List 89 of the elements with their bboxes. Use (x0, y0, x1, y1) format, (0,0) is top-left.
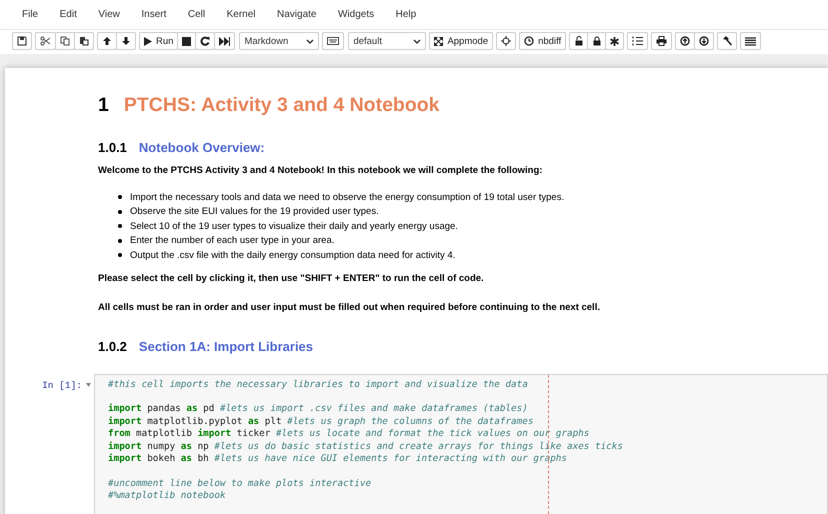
hammer-button[interactable] (717, 32, 738, 50)
menu-item[interactable]: File (22, 9, 52, 20)
intro-text: Welcome to the PTCHS Activity 3 and 4 Notebook! In this notebook we will complete the following: (98, 165, 544, 176)
unlock-button[interactable] (569, 32, 588, 50)
list-icon (745, 36, 756, 46)
fast-forward-icon (219, 36, 230, 46)
save-button[interactable] (12, 32, 32, 50)
code-line: import matplotlib.pyplot as plt #lets us graph the columns of the dataframes (108, 416, 534, 428)
move-down-button[interactable] (116, 32, 136, 50)
crosshair-icon (501, 36, 512, 46)
expand-icon (434, 36, 444, 46)
play-icon (144, 36, 152, 46)
circle-up-icon (680, 36, 690, 46)
scroll-down-button[interactable] (694, 32, 714, 50)
chevron-down-icon (306, 38, 314, 44)
stop-icon (182, 36, 192, 46)
instruction-text: All cells must be ran in order and user input must be filled out when required before continuing to the next cell. (98, 302, 601, 312)
circle-down-icon (699, 36, 710, 46)
move-up-button[interactable] (97, 32, 117, 50)
bullet-icon (118, 253, 122, 258)
restart-icon (200, 36, 210, 46)
theme-dropdown[interactable]: default (348, 32, 426, 50)
menu-item[interactable]: Widgets (338, 9, 388, 20)
numbered-list-icon (632, 36, 644, 46)
menu-item[interactable]: Cell (188, 9, 219, 20)
code-editor[interactable] (94, 374, 828, 514)
bullet-icon (118, 224, 122, 228)
save-icon (17, 36, 27, 46)
list-item-text: Enter the number of each user type in your area. (130, 235, 334, 246)
restart-button[interactable] (195, 32, 216, 50)
chevron-down-icon (413, 38, 422, 44)
numbered-list-button[interactable] (627, 32, 648, 50)
bullet-icon (118, 238, 122, 243)
code-line: from matplotlib import ticker #lets us locate and format the tick values on our graphs (108, 428, 590, 441)
scroll-up-button[interactable] (675, 32, 696, 50)
asterisk-icon (610, 36, 620, 46)
asterisk-button[interactable] (605, 32, 624, 50)
appmode-button[interactable]: Appmode (429, 32, 494, 50)
fast-forward-button[interactable] (214, 32, 236, 50)
keyboard-icon (327, 37, 340, 45)
code-line: #uncomment line below to make plots interactive (108, 476, 372, 490)
hammer-icon (722, 36, 732, 46)
heading-number: 1 (98, 94, 109, 117)
instruction-text: Please select the cell by clicking it, then use "SHIFT + ENTER" to run the cell of code. (98, 272, 485, 284)
menu-item[interactable]: Help (396, 9, 430, 20)
menu-item[interactable]: Kernel (226, 9, 270, 20)
print-button[interactable] (651, 32, 672, 50)
section-heading: Section 1A: Import Libraries (138, 338, 314, 354)
paste-button[interactable] (74, 32, 94, 50)
cut-button[interactable] (35, 32, 56, 50)
section-heading: Notebook Overview: (138, 140, 265, 155)
section-number: 1.0.1 (98, 140, 127, 155)
menu-item[interactable]: Edit (60, 9, 90, 20)
menu-item[interactable]: View (98, 9, 134, 20)
input-prompt: In [1]: (42, 380, 82, 390)
code-line: import bokeh as bh #lets us have nice GUI elements for interacting with our graphs (108, 452, 568, 466)
cell-type-dropdown[interactable]: Markdown (239, 32, 320, 50)
printer-icon (656, 36, 668, 46)
collapse-caret-icon[interactable] (86, 382, 91, 386)
menu-item[interactable]: Insert (141, 9, 180, 20)
stop-button[interactable] (177, 32, 196, 50)
code-line: #%matplotlib notebook (108, 490, 227, 503)
list-item-text: Output the .csv file with the daily energy consumption data need for activity 4. (130, 250, 456, 261)
run-button[interactable]: Run (139, 32, 178, 50)
keyboard-button[interactable] (322, 32, 344, 50)
bullet-icon (118, 195, 122, 200)
unlocked-padlock-icon (574, 36, 583, 46)
arrow-down-icon (121, 36, 131, 46)
paste-icon (79, 36, 89, 46)
list-item-text: Observe the site EUI values for the 19 provided user types. (130, 206, 379, 218)
section-number: 1.0.2 (98, 338, 127, 354)
scissors-icon (40, 36, 51, 46)
menu-item[interactable]: Navigate (277, 9, 330, 20)
code-line: #this cell imports the necessary libraries to import and visualize the data (108, 378, 529, 391)
lock-button[interactable] (587, 32, 606, 50)
copy-icon (60, 36, 70, 46)
code-line: import numpy as np #lets us do basic statistics and create arrays for things like axes ticks (108, 440, 624, 453)
arrow-up-icon (102, 36, 112, 46)
list-button[interactable] (740, 32, 762, 50)
list-item-text: Import the necessary tools and data we need to observe the energy consumption of 19 total user types. (130, 192, 564, 203)
nbdiff-button[interactable]: nbdiff (519, 32, 566, 50)
padlock-icon (592, 36, 601, 46)
notebook-title: PTCHS: Activity 3 and 4 Notebook (124, 94, 440, 117)
crosshair-button[interactable] (496, 32, 516, 50)
list-item-text: Select 10 of the 19 user types to visualize their daily and yearly energy usage. (130, 220, 458, 232)
bullet-icon (118, 210, 122, 214)
code-line: import pandas as pd #lets us import .csv files and make dataframes (tables) (108, 402, 529, 416)
clock-icon (524, 36, 534, 46)
copy-button[interactable] (55, 32, 75, 50)
